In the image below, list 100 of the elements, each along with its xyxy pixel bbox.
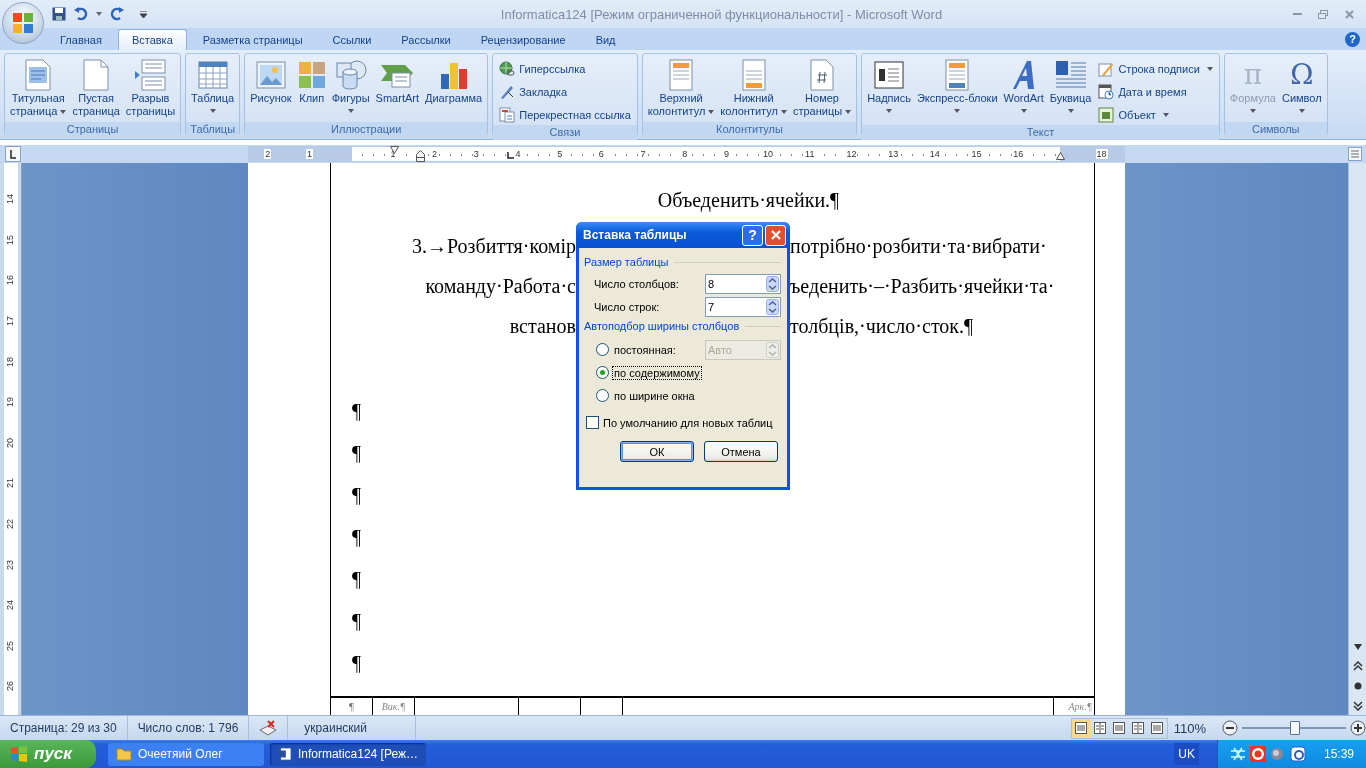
ruler-number: 22 (5, 519, 16, 530)
ribbon-button[interactable]: Перекрестная ссылка (495, 104, 635, 125)
number-field[interactable]: 8 (705, 274, 781, 294)
ribbon-button[interactable]: Диаграмма (422, 56, 486, 122)
paragraph-mark: ¶ (352, 400, 362, 422)
ruler-number: 14 (5, 194, 16, 205)
taskbar-button[interactable]: Очеетяий Олег (108, 742, 264, 766)
ruler-number: 4 (514, 149, 522, 159)
help-button[interactable]: ? (1345, 32, 1360, 47)
ruler-number: 7 (639, 149, 647, 159)
ruler-number: 5 (556, 149, 564, 159)
zoom-level[interactable]: 110% (1173, 720, 1206, 736)
section-heading: Размер таблицы (584, 256, 669, 268)
ruler-number: 14 (928, 149, 941, 159)
field-label: Число строк: (594, 301, 660, 313)
paragraph-mark: ¶ (352, 442, 362, 464)
ruler-number: 2 (431, 149, 439, 159)
paragraph-mark: ¶ (352, 484, 362, 506)
ruler-number: 11 (804, 149, 816, 159)
ruler-number: 18 (1095, 149, 1108, 159)
ribbon-button[interactable]: Буквица (1046, 56, 1095, 122)
ribbon-button[interactable]: Экспресс-блоки (913, 56, 1001, 122)
ruler-number: 8 (681, 149, 689, 159)
ruler-number: 17 (5, 316, 16, 327)
ribbon-button[interactable]: Разрыв страницы (122, 56, 179, 122)
ruler-number: 16 (1012, 149, 1025, 159)
paragraph-mark: ¶ (352, 568, 362, 590)
ruler-number: 6 (597, 149, 605, 159)
ribbon-tab[interactable]: Рецензирование (466, 29, 580, 50)
ribbon-button[interactable]: Закладка (495, 81, 635, 102)
ribbon-button[interactable]: Рисунок (247, 56, 295, 122)
ribbon-button[interactable]: Гиперссылка (495, 58, 635, 79)
ruler-number: 21 (5, 478, 16, 489)
ribbon-button[interactable]: Таблица (188, 56, 238, 122)
dialog-button[interactable]: ОК (620, 441, 694, 462)
checkbox-label[interactable]: По умолчанию для новых таблиц (603, 416, 773, 429)
ribbon-button[interactable]: Надпись (864, 56, 914, 122)
ruler-number: 15 (5, 234, 16, 245)
dialog-title: Вставка таблицы (583, 228, 688, 242)
ribbon-button[interactable]: Титульная страница (7, 56, 70, 122)
ruler-number: 25 (5, 640, 16, 651)
ribbon-button[interactable]: Номер страницы (789, 56, 855, 122)
ribbon-button[interactable]: Фигуры (328, 56, 373, 122)
table-cell-text: Арк.¶ (1067, 700, 1093, 714)
paragraph-text: встанов (509, 314, 576, 339)
group-label: Колонтитулы (642, 122, 857, 137)
dialog-button[interactable]: Отмена (704, 441, 778, 462)
paragraph-text: ъеденить·–·Разбить·ячейки·та· (790, 274, 1055, 300)
paragraph-text: 3.→Розбиття·комір (412, 234, 576, 260)
ruler-number: 23 (5, 559, 16, 570)
ruler-number: 24 (5, 600, 16, 611)
ribbon-button[interactable]: WordArt (1000, 56, 1047, 122)
ruler-number: 19 (5, 397, 16, 408)
help-button[interactable]: ? (742, 224, 763, 246)
ruler-number: 9 (722, 149, 730, 159)
ribbon-tab[interactable]: Вставка (117, 29, 187, 50)
window-title: Informatica124 [Режим ограниченной функциональности] - Microsoft Word (499, 6, 944, 22)
language-indicator[interactable]: UK (1174, 743, 1199, 765)
ribbon-button[interactable]: Пустая страница (69, 56, 123, 122)
ribbon-tab[interactable]: Рассылки (387, 29, 465, 50)
ribbon-button[interactable]: Верхний колонтитул (644, 56, 718, 122)
vertical-ruler[interactable]: 14 15 16 17 18 19 20 21 22 23 24 25 26 (0, 163, 22, 715)
ruler-number: 3 (472, 149, 480, 159)
paragraph-mark: ¶ (352, 610, 362, 632)
ribbon-tab[interactable]: Ссылки (318, 29, 386, 50)
ribbon-tab[interactable]: Разметка страницы (188, 29, 317, 50)
ribbon-button[interactable]: Ω Символ (1278, 56, 1325, 122)
field-label: Число столбцов: (594, 278, 679, 290)
ribbon-button[interactable]: Строка подписи (1094, 58, 1217, 79)
option-label[interactable]: по содержимому (612, 365, 702, 380)
paragraph-mark: ¶ (352, 652, 362, 674)
option-label[interactable]: постоянная: (612, 342, 678, 357)
number-field[interactable]: 7 (705, 297, 781, 317)
ruler-number: 10 (762, 149, 775, 159)
section-heading: Автоподбор ширины столбцов (584, 320, 740, 332)
paragraph-mark: ¶ (352, 526, 362, 548)
ribbon-tab[interactable]: Вид (581, 29, 630, 50)
paragraph-text: потрібно·розбити·та·вибрати· (790, 234, 1047, 260)
taskbar-button[interactable]: Informatica124 [Реж… (270, 742, 426, 766)
ribbon-button[interactable]: SmartArt (372, 56, 422, 122)
group-label: Страницы (5, 122, 181, 137)
ribbon-button[interactable]: Дата и время (1094, 81, 1217, 102)
paragraph-line: Объеденить·ячейки.¶ (656, 188, 841, 214)
paragraph-text: толбців,·число·сток.¶ (790, 314, 974, 340)
ruler-number: 12 (845, 149, 858, 159)
ribbon-button[interactable]: Клип (294, 56, 329, 122)
ruler-number: 26 (5, 681, 16, 692)
ribbon-button[interactable]: Объект (1094, 104, 1217, 125)
horizontal-ruler[interactable]: 2 1 1 2 3 4 5 6 7 8 9 10 11 12 13 14 15 16 18 (248, 146, 1125, 162)
ruler-number: 15 (970, 149, 983, 159)
ruler-number: 1 (306, 149, 314, 159)
ruler-number: 18 (5, 356, 16, 367)
option-label[interactable]: по ширине окна (612, 388, 697, 403)
ruler-number: 2 (264, 149, 272, 159)
symbol-glyph: π (1243, 59, 1263, 91)
group-label: Таблицы (186, 122, 240, 137)
ribbon-tab[interactable]: Главная (46, 29, 116, 50)
ruler-number: 13 (887, 149, 900, 159)
ribbon-button[interactable]: Нижний колонтитул (717, 56, 790, 122)
group-label: Символы (1224, 122, 1327, 137)
